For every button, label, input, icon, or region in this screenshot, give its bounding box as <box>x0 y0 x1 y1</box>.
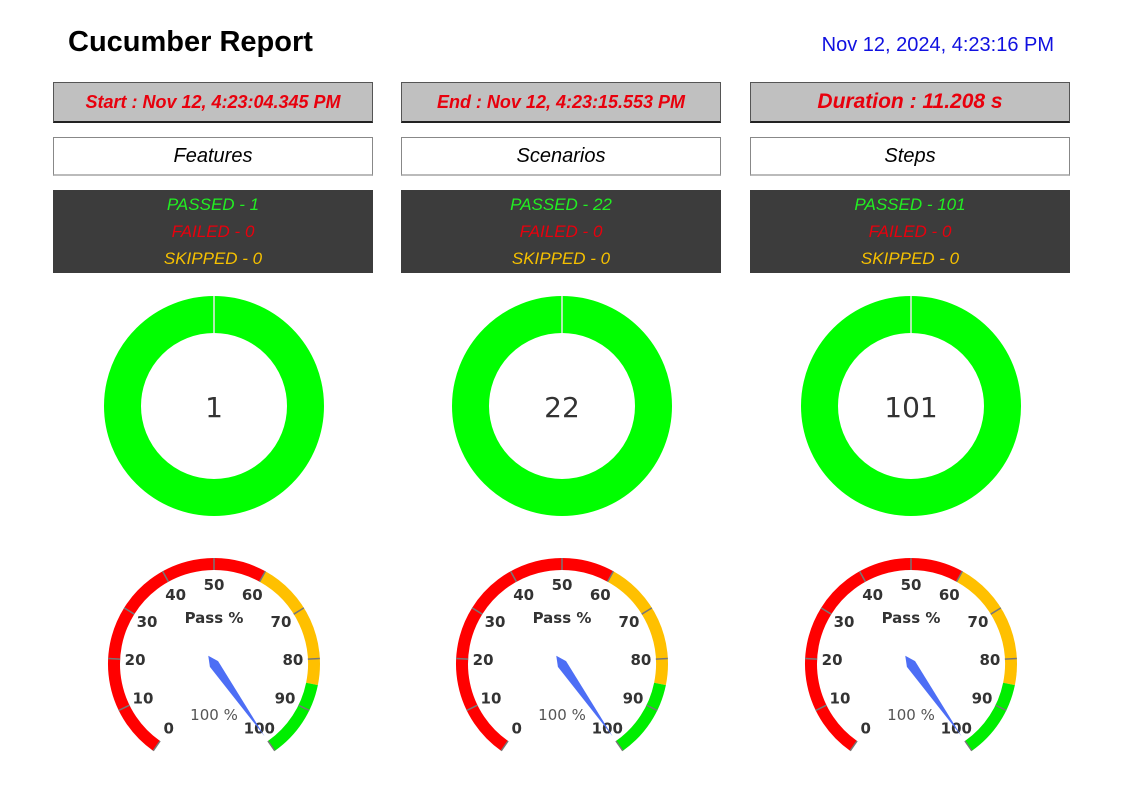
gauge-tick <box>307 657 320 660</box>
steps-passed: PASSED - 101 <box>854 194 966 214</box>
gauge-tick-label: 20 <box>822 651 843 669</box>
gauge-tick-label: 10 <box>481 690 502 708</box>
gauge-title: Pass % <box>533 609 592 627</box>
gauge-tick-label: 30 <box>485 613 506 631</box>
features-failed: FAILED - 0 <box>171 221 255 241</box>
donut-center-label: 22 <box>544 391 580 424</box>
page-title: Cucumber Report <box>68 26 313 58</box>
gauge-tick-label: 0 <box>163 720 173 738</box>
steps-donut-chart[interactable]: 101 <box>799 292 1023 520</box>
gauge-value-label: 100 % <box>190 706 238 724</box>
gauge-tick-label: 10 <box>133 690 154 708</box>
gauge-tick-label: 30 <box>834 613 855 631</box>
duration-box: Duration : 11.208 s <box>750 82 1070 123</box>
gauge-title: Pass % <box>185 609 244 627</box>
gauge-tick-label: 90 <box>275 690 296 708</box>
features-pass-gauge: 0102030405060708090100Pass %100 % <box>108 558 320 752</box>
scenarios-column: End : Nov 12, 4:23:15.553 PM Scenarios P… <box>401 82 721 273</box>
features-stats: PASSED - 1 FAILED - 0 SKIPPED - 0 <box>53 190 373 273</box>
end-time-box: End : Nov 12, 4:23:15.553 PM <box>401 82 721 123</box>
gauge-tick-label: 60 <box>242 586 263 604</box>
gauge-tick-label: 50 <box>901 576 922 594</box>
gauge-tick-label: 0 <box>860 720 870 738</box>
scenarios-skipped: SKIPPED - 0 <box>511 248 611 268</box>
steps-stats: PASSED - 101 FAILED - 0 SKIPPED - 0 <box>750 190 1070 273</box>
gauge-tick-label: 20 <box>473 651 494 669</box>
features-passed: PASSED - 1 <box>166 194 260 214</box>
features-column: Start : Nov 12, 4:23:04.345 PM Features … <box>53 82 373 273</box>
gauge-tick <box>108 657 121 660</box>
gauge-tick-label: 40 <box>165 586 186 604</box>
gauge-tick-label: 70 <box>968 613 989 631</box>
scenarios-failed: FAILED - 0 <box>519 221 603 241</box>
gauge-needle <box>208 655 265 737</box>
gauge-tick-label: 90 <box>972 690 993 708</box>
gauge-tick <box>456 657 469 660</box>
gauge-tick-label: 50 <box>552 576 573 594</box>
gauge-tick-label: 30 <box>137 613 158 631</box>
gauge-tick-label: 40 <box>513 586 534 604</box>
start-time-box: Start : Nov 12, 4:23:04.345 PM <box>53 82 373 123</box>
gauge-value-label: 100 % <box>538 706 586 724</box>
scenarios-stats: PASSED - 22 FAILED - 0 SKIPPED - 0 <box>401 190 721 273</box>
features-heading[interactable]: Features <box>53 137 373 176</box>
steps-heading[interactable]: Steps <box>750 137 1070 176</box>
gauge-tick-label: 60 <box>939 586 960 604</box>
scenarios-pass-gauge: 0102030405060708090100Pass %100 % <box>456 558 668 752</box>
gauge-tick-label: 0 <box>511 720 521 738</box>
gauge-title: Pass % <box>882 609 941 627</box>
steps-skipped: SKIPPED - 0 <box>860 248 960 268</box>
gauge-needle <box>905 655 962 737</box>
gauge-needle <box>556 655 613 737</box>
steps-failed: FAILED - 0 <box>868 221 952 241</box>
gauge-tick-label: 70 <box>271 613 292 631</box>
steps-pass-gauge: 0102030405060708090100Pass %100 % <box>805 558 1017 752</box>
gauge-tick-label: 80 <box>630 651 651 669</box>
features-donut-chart[interactable]: 1 <box>102 292 326 520</box>
features-skipped: SKIPPED - 0 <box>163 248 263 268</box>
gauge-tick <box>655 657 668 660</box>
gauge-tick-label: 50 <box>204 576 225 594</box>
gauge-tick <box>805 657 818 660</box>
gauge-tick-label: 20 <box>125 651 146 669</box>
donut-center-label: 101 <box>884 391 937 424</box>
gauge-value-label: 100 % <box>887 706 935 724</box>
report-timestamp: Nov 12, 2024, 4:23:16 PM <box>821 34 1054 56</box>
scenarios-heading[interactable]: Scenarios <box>401 137 721 176</box>
scenarios-passed: PASSED - 22 <box>510 194 612 214</box>
gauge-tick-label: 80 <box>282 651 303 669</box>
gauge-tick-label: 60 <box>590 586 611 604</box>
scenarios-donut-chart[interactable]: 22 <box>450 292 674 520</box>
gauge-tick <box>1004 657 1017 660</box>
gauge-tick-label: 40 <box>862 586 883 604</box>
gauge-tick-label: 70 <box>619 613 640 631</box>
steps-column: Duration : 11.208 s Steps PASSED - 101 F… <box>750 82 1070 273</box>
gauge-tick-label: 10 <box>830 690 851 708</box>
donut-center-label: 1 <box>205 391 223 424</box>
gauge-tick-label: 90 <box>623 690 644 708</box>
gauge-tick-label: 80 <box>979 651 1000 669</box>
